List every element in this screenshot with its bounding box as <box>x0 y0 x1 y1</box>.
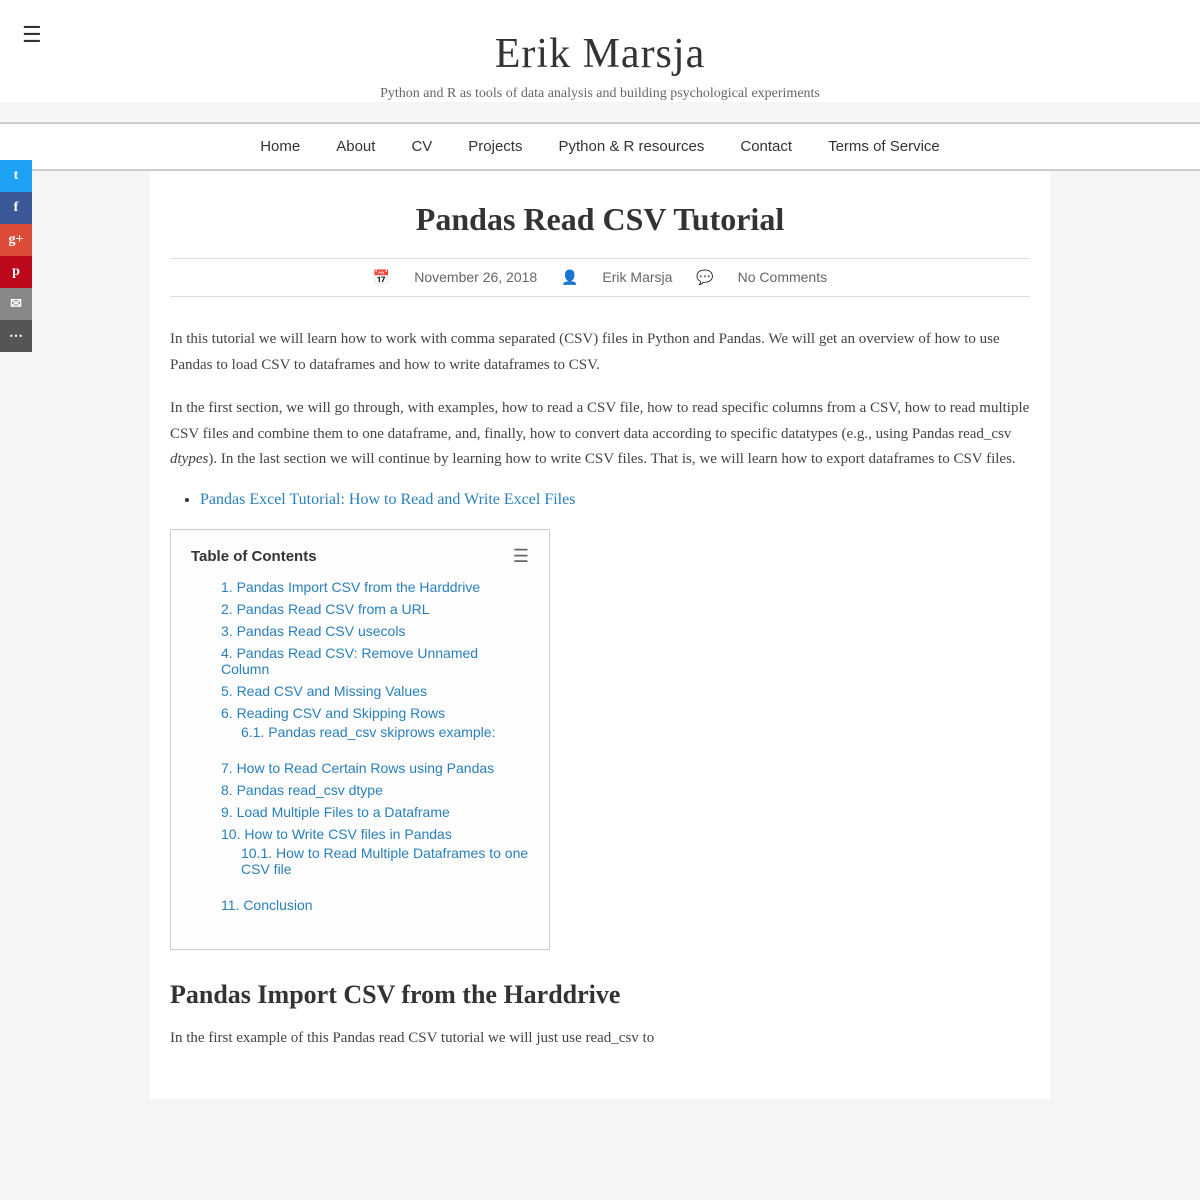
toc-sublist-10: 10.1. How to Read Multiple Dataframes to… <box>241 845 529 877</box>
article: Pandas Read CSV Tutorial 📅 November 26, … <box>170 201 1030 1051</box>
toc-item-9: 9. Load Multiple Files to a Dataframe <box>221 804 529 820</box>
facebook-icon: f <box>14 200 19 216</box>
nav-item-home: Home <box>242 124 318 169</box>
toc-link-2[interactable]: 2. Pandas Read CSV from a URL <box>221 601 430 617</box>
article-author-icon: 👤 <box>561 269 578 285</box>
email-share-button[interactable]: ✉ <box>0 288 32 320</box>
section-1-body: In the first example of this Pandas read… <box>170 1026 1030 1052</box>
article-date: November 26, 2018 <box>414 269 537 285</box>
article-title: Pandas Read CSV Tutorial <box>170 201 1030 238</box>
toc-link-9[interactable]: 9. Load Multiple Files to a Dataframe <box>221 804 450 820</box>
twitter-share-button[interactable]: t <box>0 160 32 192</box>
article-body: In this tutorial we will learn how to wo… <box>170 327 1030 1051</box>
nav-list: Home About CV Projects Python & R resour… <box>150 124 1050 169</box>
toc-link-6-1[interactable]: 6.1. Pandas read_csv skiprows example: <box>241 724 495 740</box>
toc-link-4[interactable]: 4. Pandas Read CSV: Remove Unnamed Colum… <box>221 645 478 677</box>
related-link-excel[interactable]: Pandas Excel Tutorial: How to Read and W… <box>200 491 575 508</box>
intro-paragraph-1: In this tutorial we will learn how to wo… <box>170 327 1030 378</box>
facebook-share-button[interactable]: f <box>0 192 32 224</box>
intro2-after: ). In the last section we will continue … <box>208 451 1015 467</box>
toc-header: Table of Contents ☰ <box>191 546 529 567</box>
nav-link-about[interactable]: About <box>318 124 393 169</box>
google-share-button[interactable]: g+ <box>0 224 32 256</box>
pinterest-share-button[interactable]: p <box>0 256 32 288</box>
nav-link-cv[interactable]: CV <box>393 124 450 169</box>
nav-link-home[interactable]: Home <box>242 124 318 169</box>
menu-icon[interactable]: ☰ <box>22 22 42 48</box>
nav-link-contact[interactable]: Contact <box>722 124 810 169</box>
toc-link-7[interactable]: 7. How to Read Certain Rows using Pandas <box>221 760 494 776</box>
toc-link-6[interactable]: 6. Reading CSV and Skipping Rows <box>221 705 445 721</box>
toc-item-7: 7. How to Read Certain Rows using Pandas <box>221 760 529 776</box>
toc-link-11[interactable]: 11. Conclusion <box>221 897 313 913</box>
article-comments-icon: 💬 <box>696 269 713 285</box>
article-meta: 📅 November 26, 2018 👤 Erik Marsja 💬 No C… <box>170 258 1030 297</box>
toc-item-10-1: 10.1. How to Read Multiple Dataframes to… <box>241 845 529 877</box>
site-subtitle: Python and R as tools of data analysis a… <box>20 86 1180 102</box>
nav-item-about: About <box>318 124 393 169</box>
toc-item-3: 3. Pandas Read CSV usecols <box>221 623 529 639</box>
toc-item-2: 2. Pandas Read CSV from a URL <box>221 601 529 617</box>
intro2-italic: dtypes <box>170 451 208 467</box>
intro2-before: In the first section, we will go through… <box>170 400 1029 442</box>
related-link-item: Pandas Excel Tutorial: How to Read and W… <box>200 491 1030 509</box>
article-date-icon: 📅 <box>373 269 390 285</box>
toc-link-8[interactable]: 8. Pandas read_csv dtype <box>221 782 383 798</box>
more-share-button[interactable]: ⋯ <box>0 320 32 352</box>
main-nav: Home About CV Projects Python & R resour… <box>0 122 1200 171</box>
site-title[interactable]: Erik Marsja <box>20 30 1180 78</box>
nav-item-projects: Projects <box>450 124 540 169</box>
nav-item-resources: Python & R resources <box>540 124 722 169</box>
toc-link-10-1[interactable]: 10.1. How to Read Multiple Dataframes to… <box>241 845 528 877</box>
nav-item-contact: Contact <box>722 124 810 169</box>
toc-item-10: 10. How to Write CSV files in Pandas 10.… <box>221 826 529 877</box>
toc-link-3[interactable]: 3. Pandas Read CSV usecols <box>221 623 405 639</box>
toc-title: Table of Contents <box>191 548 317 565</box>
article-comments[interactable]: No Comments <box>738 269 827 285</box>
social-sidebar: t f g+ p ✉ ⋯ <box>0 160 32 352</box>
toc-list: 1. Pandas Import CSV from the Harddrive … <box>221 579 529 913</box>
toc-sublist-6: 6.1. Pandas read_csv skiprows example: <box>241 724 529 740</box>
page-wrapper: ☰ t f g+ p ✉ ⋯ Erik Marsja Python and R … <box>0 0 1200 1200</box>
section-1-heading: Pandas Import CSV from the Harddrive <box>170 980 1030 1010</box>
more-icon: ⋯ <box>9 328 23 345</box>
nav-item-tos: Terms of Service <box>810 124 958 169</box>
toc-item-4: 4. Pandas Read CSV: Remove Unnamed Colum… <box>221 645 529 677</box>
toc-toggle-button[interactable]: ☰ <box>513 546 529 567</box>
nav-link-projects[interactable]: Projects <box>450 124 540 169</box>
nav-link-tos[interactable]: Terms of Service <box>810 124 958 169</box>
site-header: Erik Marsja Python and R as tools of dat… <box>0 0 1200 102</box>
toc-container: Table of Contents ☰ 1. Pandas Import CSV… <box>170 529 550 950</box>
email-icon: ✉ <box>10 296 22 313</box>
google-icon: g+ <box>9 232 24 248</box>
related-links-list: Pandas Excel Tutorial: How to Read and W… <box>200 491 1030 509</box>
toc-item-8: 8. Pandas read_csv dtype <box>221 782 529 798</box>
pinterest-icon: p <box>12 264 20 280</box>
toc-item-5: 5. Read CSV and Missing Values <box>221 683 529 699</box>
nav-item-cv: CV <box>393 124 450 169</box>
nav-link-resources[interactable]: Python & R resources <box>540 124 722 169</box>
toc-link-1[interactable]: 1. Pandas Import CSV from the Harddrive <box>221 579 480 595</box>
article-author[interactable]: Erik Marsja <box>602 269 672 285</box>
toc-item-6: 6. Reading CSV and Skipping Rows 6.1. Pa… <box>221 705 529 740</box>
toc-item-1: 1. Pandas Import CSV from the Harddrive <box>221 579 529 595</box>
toc-item-11: 11. Conclusion <box>221 897 529 913</box>
main-content: Pandas Read CSV Tutorial 📅 November 26, … <box>150 171 1050 1099</box>
twitter-icon: t <box>14 168 19 184</box>
toc-link-5[interactable]: 5. Read CSV and Missing Values <box>221 683 427 699</box>
toc-link-10[interactable]: 10. How to Write CSV files in Pandas <box>221 826 452 842</box>
intro-paragraph-2: In the first section, we will go through… <box>170 396 1030 473</box>
toc-item-6-1: 6.1. Pandas read_csv skiprows example: <box>241 724 529 740</box>
